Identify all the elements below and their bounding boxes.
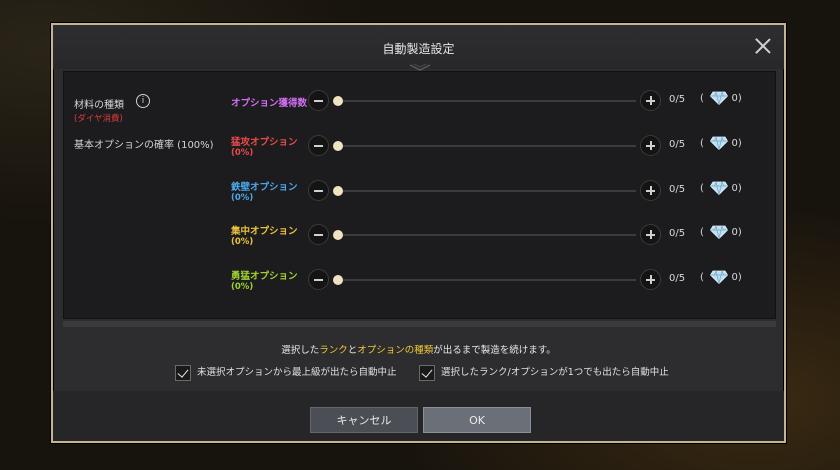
gem-cost: ( 0)	[700, 136, 742, 151]
option-slider-thumb[interactable]	[333, 186, 343, 196]
option-row: 集中オプション (0%) 0/5 ( 0)	[64, 220, 777, 250]
option-slider-thumb[interactable]	[333, 141, 343, 151]
option-slider-track[interactable]	[336, 145, 636, 147]
title-bar: 自動製造設定	[53, 25, 784, 71]
option-count: 0/5	[669, 184, 686, 195]
panel-divider	[63, 321, 776, 327]
option-row: 勇猛オプション (0%) 0/5 ( 0)	[64, 265, 777, 295]
gem-paren-close: )	[737, 183, 742, 194]
option-name: 鉄壁オプション	[231, 182, 298, 193]
notice-rank: ランク	[319, 345, 348, 356]
plus-button[interactable]	[640, 269, 661, 290]
gem-cost: ( 0)	[700, 91, 742, 106]
diamond-icon	[710, 91, 729, 106]
notice-part: 選択した	[281, 345, 320, 356]
cancel-button[interactable]: キャンセル	[310, 407, 418, 433]
close-icon[interactable]	[754, 37, 772, 55]
minus-button[interactable]	[308, 224, 329, 245]
option-slider-track[interactable]	[336, 100, 636, 102]
checkbox-row-1[interactable]: 未選択オプションから最上級が出たら自動中止	[175, 364, 397, 381]
option-count: 0/5	[669, 139, 686, 150]
gem-paren-open: (	[700, 138, 704, 149]
option-name: 猛攻オプション	[231, 137, 298, 148]
option-percent: (0%)	[231, 193, 254, 203]
checkbox-row-2[interactable]: 選択したランク/オプションが1つでも出たら自動中止	[419, 364, 669, 381]
minus-button[interactable]	[308, 90, 329, 111]
checkbox-1-label: 未選択オプションから最上級が出たら自動中止	[197, 367, 397, 378]
options-panel: 材料の種類 i (ダイヤ消費) 基本オプションの確率 (100%) オプション獲…	[63, 71, 776, 319]
ok-button[interactable]: OK	[423, 407, 531, 433]
option-count: 0/5	[669, 273, 686, 284]
option-count: 0/5	[669, 228, 686, 239]
option-slider-track[interactable]	[336, 190, 636, 192]
plus-button[interactable]	[640, 135, 661, 156]
option-percent: (0%)	[231, 148, 254, 158]
plus-button[interactable]	[640, 90, 661, 111]
gem-paren-close: )	[737, 272, 742, 283]
option-slider-thumb[interactable]	[333, 230, 343, 240]
footer	[53, 391, 784, 441]
option-name: 集中オプション	[231, 226, 298, 237]
plus-button[interactable]	[640, 180, 661, 201]
gem-cost: ( 0)	[700, 270, 742, 285]
option-slider-track[interactable]	[336, 234, 636, 236]
option-slider-track[interactable]	[336, 279, 636, 281]
option-slider-thumb[interactable]	[333, 275, 343, 285]
diamond-icon	[710, 225, 729, 240]
dialog-title: 自動製造設定	[382, 42, 455, 56]
option-slider-thumb[interactable]	[333, 96, 343, 106]
checkbox-2[interactable]	[419, 364, 435, 381]
option-row: オプション獲得数 0/5 ( 0)	[64, 86, 777, 116]
option-count: 0/5	[669, 94, 686, 105]
plus-button[interactable]	[640, 224, 661, 245]
gem-paren-open: (	[700, 93, 704, 104]
option-row: 猛攻オプション (0%) 0/5 ( 0)	[64, 131, 777, 161]
gem-cost: ( 0)	[700, 181, 742, 196]
gem-paren-open: (	[700, 272, 704, 283]
checkbox-1[interactable]	[175, 364, 191, 381]
minus-button[interactable]	[308, 180, 329, 201]
auto-craft-dialog: 自動製造設定 材料の種類 i (ダイヤ消費) 基本オプションの確率 (100%)…	[51, 23, 786, 443]
minus-button[interactable]	[308, 269, 329, 290]
gem-paren-close: )	[737, 138, 742, 149]
gem-cost: ( 0)	[700, 225, 742, 240]
option-name: オプション獲得数	[231, 98, 308, 109]
option-percent: (0%)	[231, 237, 254, 247]
option-percent: (0%)	[231, 282, 254, 292]
checkbox-2-label: 選択したランク/オプションが1つでも出たら自動中止	[441, 367, 669, 378]
gem-paren-close: )	[737, 227, 742, 238]
option-row: 鉄壁オプション (0%) 0/5 ( 0)	[64, 176, 777, 206]
minus-button[interactable]	[308, 135, 329, 156]
notice-part: が出るまで製造を続けます。	[433, 345, 556, 356]
diamond-icon	[710, 181, 729, 196]
option-name: 勇猛オプション	[231, 271, 298, 282]
diamond-icon	[710, 136, 729, 151]
gem-paren-open: (	[700, 183, 704, 194]
diamond-icon	[710, 270, 729, 285]
gem-paren-open: (	[700, 227, 704, 238]
notice-text: 選択したランクとオプションの種類が出るまで製造を続けます。	[53, 342, 784, 356]
ornament-icon	[409, 63, 431, 71]
gem-paren-close: )	[737, 93, 742, 104]
notice-option-type: オプションの種類	[357, 345, 434, 356]
notice-part: と	[347, 345, 358, 356]
